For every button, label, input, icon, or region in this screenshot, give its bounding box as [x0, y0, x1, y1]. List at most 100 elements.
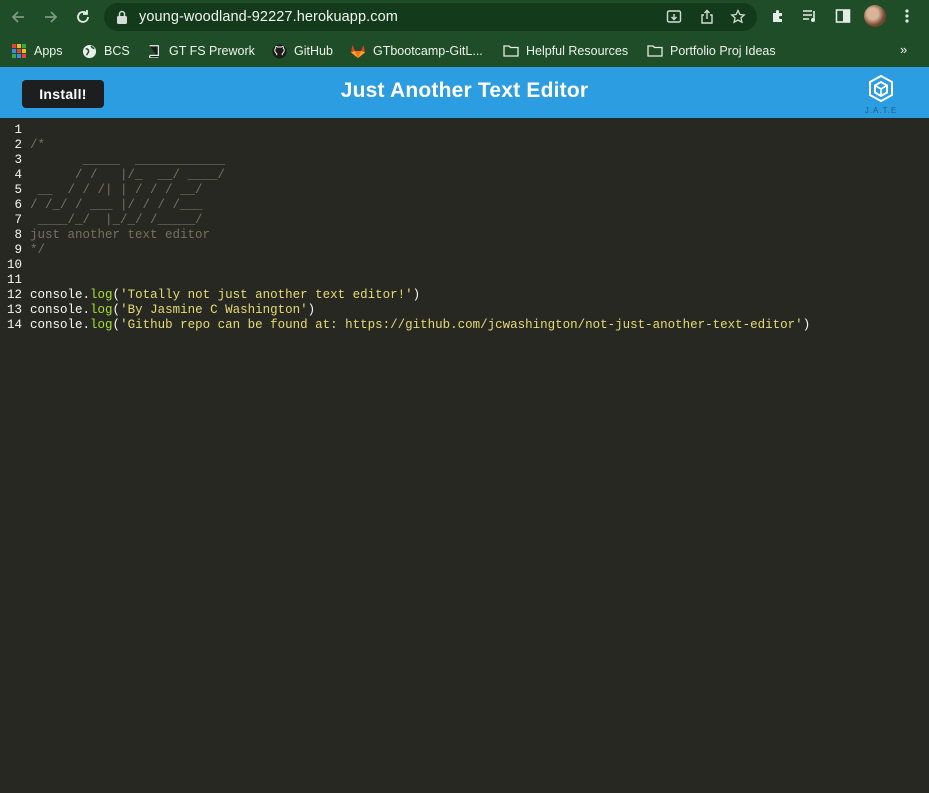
code-token: / /_/ / ___ |/ / / /___ [30, 198, 203, 212]
code-line[interactable]: 9 */ [0, 243, 929, 258]
code-token: . [82, 288, 91, 302]
book-icon [146, 43, 162, 59]
code-token: _____ ____________ [30, 153, 226, 167]
code-token: 'Totally not just another text editor!' [120, 288, 413, 302]
browser-toolbar: young-woodland-92227.herokuapp.com [0, 0, 929, 34]
bookmark-apps[interactable]: Apps [11, 41, 63, 61]
line-number: 14 [6, 318, 22, 332]
apps-grid-icon [11, 43, 27, 59]
code-token: /* [30, 138, 46, 152]
line-number: 13 [6, 303, 22, 317]
code-line[interactable]: 7 ____/_/ |_/_/ /_____/ [0, 213, 929, 228]
code-token: ( [112, 318, 121, 332]
line-code: __ / / /| | / / / __/ [30, 183, 203, 198]
bookmark-helpful-resources[interactable]: Helpful Resources [503, 41, 628, 61]
code-line[interactable]: 6 / /_/ / ___ |/ / / /___ [0, 198, 929, 213]
reload-icon[interactable] [71, 5, 95, 29]
github-icon [271, 43, 287, 59]
code-token: __ / / /| | / / / __/ [30, 183, 203, 197]
app-title: Just Another Text Editor [340, 79, 589, 102]
url-text: young-woodland-92227.herokuapp.com [139, 9, 398, 25]
side-panel-icon[interactable] [833, 6, 853, 26]
line-code: console.log('Totally not just another te… [30, 288, 420, 303]
folder-icon [647, 43, 663, 59]
line-code: */ [30, 243, 45, 258]
install-app-icon[interactable] [665, 8, 683, 26]
bookmark-label: Portfolio Proj Ideas [670, 44, 776, 58]
code-line[interactable]: 4 / / |/_ __/ ____/ [0, 168, 929, 183]
bookmark-github[interactable]: GitHub [271, 41, 333, 61]
bookmark-bcs[interactable]: BCS [81, 41, 130, 61]
code-token: just another text editor [30, 228, 211, 242]
gitlab-icon [350, 43, 366, 59]
code-token: ) [802, 318, 811, 332]
code-token: ) [307, 303, 316, 317]
code-token: 'Github repo can be found at: https://gi… [120, 318, 803, 332]
line-number: 9 [14, 243, 22, 257]
line-number: 7 [14, 213, 22, 227]
globe-icon [81, 43, 97, 59]
back-arrow-icon[interactable] [6, 5, 30, 29]
bookmark-gt-fs-prework[interactable]: GT FS Prework [146, 41, 255, 61]
code-token: console [30, 303, 83, 317]
bookmark-gtbootcamp-gitlab[interactable]: GTbootcamp-GitL... [350, 41, 483, 61]
code-line[interactable]: 14 console.log('Github repo can be found … [0, 318, 929, 333]
code-token: log [90, 288, 113, 302]
lock-icon [117, 10, 127, 24]
line-number: 8 [14, 228, 22, 242]
code-token: ( [112, 288, 121, 302]
code-line[interactable]: 2 /* [0, 138, 929, 153]
code-editor[interactable]: 1 2/* 3 _____ ____________ 4 / / |/_ __/ __… [0, 118, 929, 793]
code-token: */ [30, 243, 46, 257]
line-number: 6 [14, 198, 22, 212]
line-number: 1 [14, 123, 22, 137]
line-number: 2 [14, 138, 22, 152]
code-line[interactable]: 3 _____ ____________ [0, 153, 929, 168]
more-bookmarks-chevron-icon[interactable]: » [900, 42, 907, 57]
code-line[interactable]: 10 [0, 258, 929, 273]
browser-menu-icon[interactable] [897, 6, 917, 26]
code-token: log [90, 303, 113, 317]
code-token: console [30, 288, 83, 302]
bookmark-label: Helpful Resources [526, 44, 629, 58]
code-line[interactable]: 12 console.log('Totally not just another … [0, 288, 929, 303]
bookmarks-bar: Apps BCS GT FS Prework GitHub GTbootcamp… [0, 34, 929, 67]
forward-arrow-icon[interactable] [39, 5, 63, 29]
media-control-icon[interactable] [800, 6, 820, 26]
bookmark-portfolio-proj-ideas[interactable]: Portfolio Proj Ideas [647, 41, 776, 61]
extensions-puzzle-icon[interactable] [768, 6, 788, 26]
bookmark-label: GitHub [294, 44, 333, 58]
code-line[interactable]: 5 __ / / /| | / / / __/ [0, 183, 929, 198]
logo-text: J.A.T.E [864, 106, 898, 115]
line-number: 12 [6, 288, 22, 302]
address-bar[interactable]: young-woodland-92227.herokuapp.com [104, 3, 757, 31]
line-number: 3 [14, 153, 22, 167]
jate-logo-icon [869, 74, 893, 103]
line-code: / / |/_ __/ ____/ [30, 168, 225, 183]
browser-chrome: young-woodland-92227.herokuapp.com Apps … [0, 0, 929, 67]
code-line[interactable]: 8 just another text editor [0, 228, 929, 243]
code-token: . [82, 303, 91, 317]
code-token: console [30, 318, 83, 332]
profile-avatar[interactable] [864, 5, 886, 27]
line-code: _____ ____________ [30, 153, 226, 168]
code-line[interactable]: 1 [0, 123, 929, 138]
line-code: just another text editor [30, 228, 210, 243]
share-icon[interactable] [698, 8, 716, 26]
code-token: 'By Jasmine C Washington' [120, 303, 308, 317]
code-line[interactable]: 13 console.log('By Jasmine C Washington') [0, 303, 929, 318]
bookmark-star-icon[interactable] [729, 8, 747, 26]
code-line[interactable]: 11 [0, 273, 929, 288]
line-number: 5 [14, 183, 22, 197]
code-token: / / |/_ __/ ____/ [30, 168, 226, 182]
folder-icon [503, 43, 519, 59]
line-number: 10 [6, 258, 22, 272]
bookmark-label: GTbootcamp-GitL... [373, 44, 483, 58]
line-number: 11 [6, 273, 22, 287]
code-token: ) [412, 288, 421, 302]
code-token: . [82, 318, 91, 332]
app-header: Install! Just Another Text Editor J.A.T.… [0, 67, 929, 118]
bookmark-label: GT FS Prework [169, 44, 255, 58]
bookmark-label: BCS [104, 44, 130, 58]
jate-logo: J.A.T.E [860, 73, 904, 117]
